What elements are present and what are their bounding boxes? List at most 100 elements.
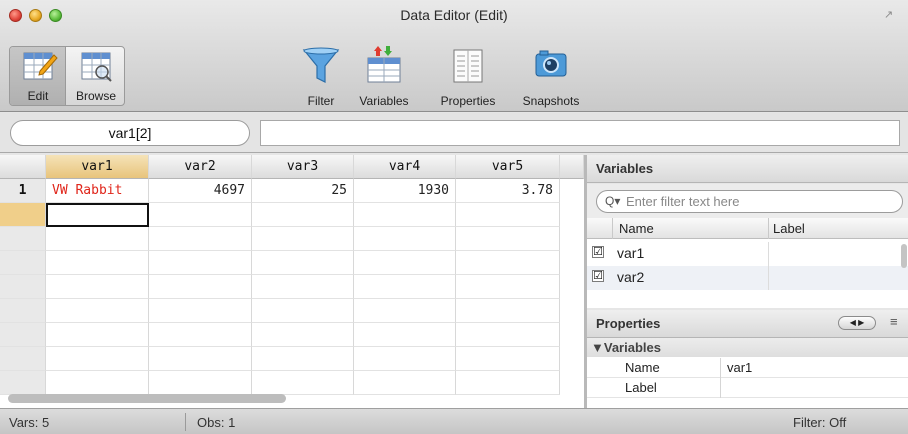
- empty-cell[interactable]: [456, 347, 560, 371]
- empty-cell[interactable]: [252, 323, 354, 347]
- empty-cell[interactable]: [46, 371, 149, 395]
- table-row: [0, 251, 584, 275]
- browse-label: Browse: [75, 89, 116, 103]
- property-value[interactable]: var1: [727, 360, 752, 375]
- browse-grid-icon: [81, 52, 112, 82]
- filter-button[interactable]: Filter: [298, 44, 344, 108]
- empty-cell[interactable]: [354, 323, 456, 347]
- label-column-header[interactable]: Label: [773, 221, 805, 236]
- row-header[interactable]: [0, 275, 46, 299]
- variables-scrollbar[interactable]: [901, 244, 907, 268]
- empty-cell[interactable]: [149, 323, 252, 347]
- column-header-var2[interactable]: var2: [149, 155, 252, 179]
- variable-checkbox[interactable]: ☑: [592, 270, 604, 282]
- snapshots-button[interactable]: Snapshots: [512, 44, 590, 108]
- edit-mode-button[interactable]: Edit: [10, 47, 66, 105]
- row-header[interactable]: [0, 251, 46, 275]
- column-header-var3[interactable]: var3: [252, 155, 354, 179]
- variables-table: Name Label ☑ var1 ☑ var2: [587, 218, 908, 308]
- empty-cell[interactable]: [456, 299, 560, 323]
- variables-filter-input[interactable]: Q▾ Enter filter text here: [596, 190, 903, 213]
- table-row: [0, 299, 584, 323]
- empty-cell[interactable]: [149, 299, 252, 323]
- empty-cell[interactable]: [252, 347, 354, 371]
- empty-cell[interactable]: [46, 347, 149, 371]
- empty-cell[interactable]: [46, 323, 149, 347]
- row-header[interactable]: [0, 323, 46, 347]
- column-header-var1[interactable]: var1: [46, 155, 149, 179]
- row-header-active[interactable]: [0, 203, 46, 227]
- empty-cell[interactable]: [354, 275, 456, 299]
- empty-cell[interactable]: [252, 251, 354, 275]
- variables-button[interactable]: Variables: [351, 44, 417, 108]
- horizontal-scrollbar[interactable]: [8, 394, 286, 403]
- status-bar: Vars: 5 Obs: 1 Filter: Off: [0, 408, 908, 434]
- name-column-header[interactable]: Name: [619, 221, 654, 236]
- variable-row[interactable]: ☑ var1: [587, 242, 908, 266]
- variables-sort-icon: [367, 46, 401, 83]
- empty-cell[interactable]: [354, 203, 456, 227]
- empty-cell[interactable]: [354, 227, 456, 251]
- empty-cell[interactable]: [456, 275, 560, 299]
- empty-cell[interactable]: [252, 203, 354, 227]
- column-header-var4[interactable]: var4: [354, 155, 456, 179]
- active-cell[interactable]: [46, 203, 149, 227]
- empty-cell[interactable]: [456, 203, 560, 227]
- table-row: [0, 203, 584, 227]
- data-cell[interactable]: 1930: [354, 179, 456, 203]
- row-number[interactable]: 1: [0, 179, 46, 203]
- empty-cell[interactable]: [149, 347, 252, 371]
- column-header-empty: [560, 155, 584, 179]
- empty-cell[interactable]: [149, 203, 252, 227]
- cell-reference-field[interactable]: var1[2]: [10, 120, 250, 146]
- empty-cell[interactable]: [456, 323, 560, 347]
- data-cell[interactable]: 4697: [149, 179, 252, 203]
- menu-icon[interactable]: ≡: [890, 314, 898, 329]
- empty-cell[interactable]: [149, 251, 252, 275]
- empty-cell[interactable]: [354, 299, 456, 323]
- properties-table: ▼Variables Name var1 Label: [587, 338, 908, 408]
- empty-cell[interactable]: [149, 227, 252, 251]
- property-row[interactable]: Name var1: [587, 358, 908, 378]
- property-key: Name: [625, 360, 660, 375]
- empty-cell[interactable]: [46, 251, 149, 275]
- row-header[interactable]: [0, 227, 46, 251]
- empty-cell[interactable]: [149, 371, 252, 395]
- data-cell[interactable]: VW Rabbit: [46, 179, 149, 203]
- table-row: [0, 275, 584, 299]
- variables-section-toggle[interactable]: ▼Variables: [587, 338, 908, 357]
- fullscreen-icon[interactable]: ↗: [884, 8, 898, 22]
- properties-button[interactable]: Properties: [430, 44, 506, 108]
- row-header[interactable]: [0, 347, 46, 371]
- empty-cell[interactable]: [149, 275, 252, 299]
- empty-cell[interactable]: [456, 227, 560, 251]
- window-titlebar: Data Editor (Edit) ↗ Edit Browse Filter …: [0, 0, 908, 112]
- row-header[interactable]: [0, 371, 46, 395]
- empty-cell[interactable]: [46, 275, 149, 299]
- property-row[interactable]: Label: [587, 378, 908, 398]
- empty-cell[interactable]: [354, 251, 456, 275]
- variable-row[interactable]: ☑ var2: [587, 266, 908, 290]
- table-row: 1 VW Rabbit 4697 25 1930 3.78: [0, 179, 584, 203]
- empty-cell[interactable]: [46, 299, 149, 323]
- variable-checkbox[interactable]: ☑: [592, 246, 604, 258]
- cell-value-input[interactable]: [260, 120, 900, 146]
- empty-cell[interactable]: [252, 227, 354, 251]
- empty-cell[interactable]: [354, 347, 456, 371]
- edit-label: Edit: [27, 89, 49, 103]
- empty-cell[interactable]: [252, 299, 354, 323]
- empty-cell[interactable]: [354, 371, 456, 395]
- data-cell[interactable]: 25: [252, 179, 354, 203]
- empty-cell[interactable]: [46, 227, 149, 251]
- prev-next-variable-control[interactable]: ◀ ▶: [838, 316, 876, 330]
- filter-placeholder: Enter filter text here: [626, 194, 740, 209]
- browse-mode-button[interactable]: Browse: [67, 47, 125, 105]
- data-cell[interactable]: 3.78: [456, 179, 560, 203]
- empty-cell[interactable]: [456, 251, 560, 275]
- empty-cell[interactable]: [252, 371, 354, 395]
- empty-cell[interactable]: [252, 275, 354, 299]
- column-header-var5[interactable]: var5: [456, 155, 560, 179]
- row-header[interactable]: [0, 299, 46, 323]
- empty-cell[interactable]: [456, 371, 560, 395]
- grid-corner[interactable]: [0, 155, 46, 179]
